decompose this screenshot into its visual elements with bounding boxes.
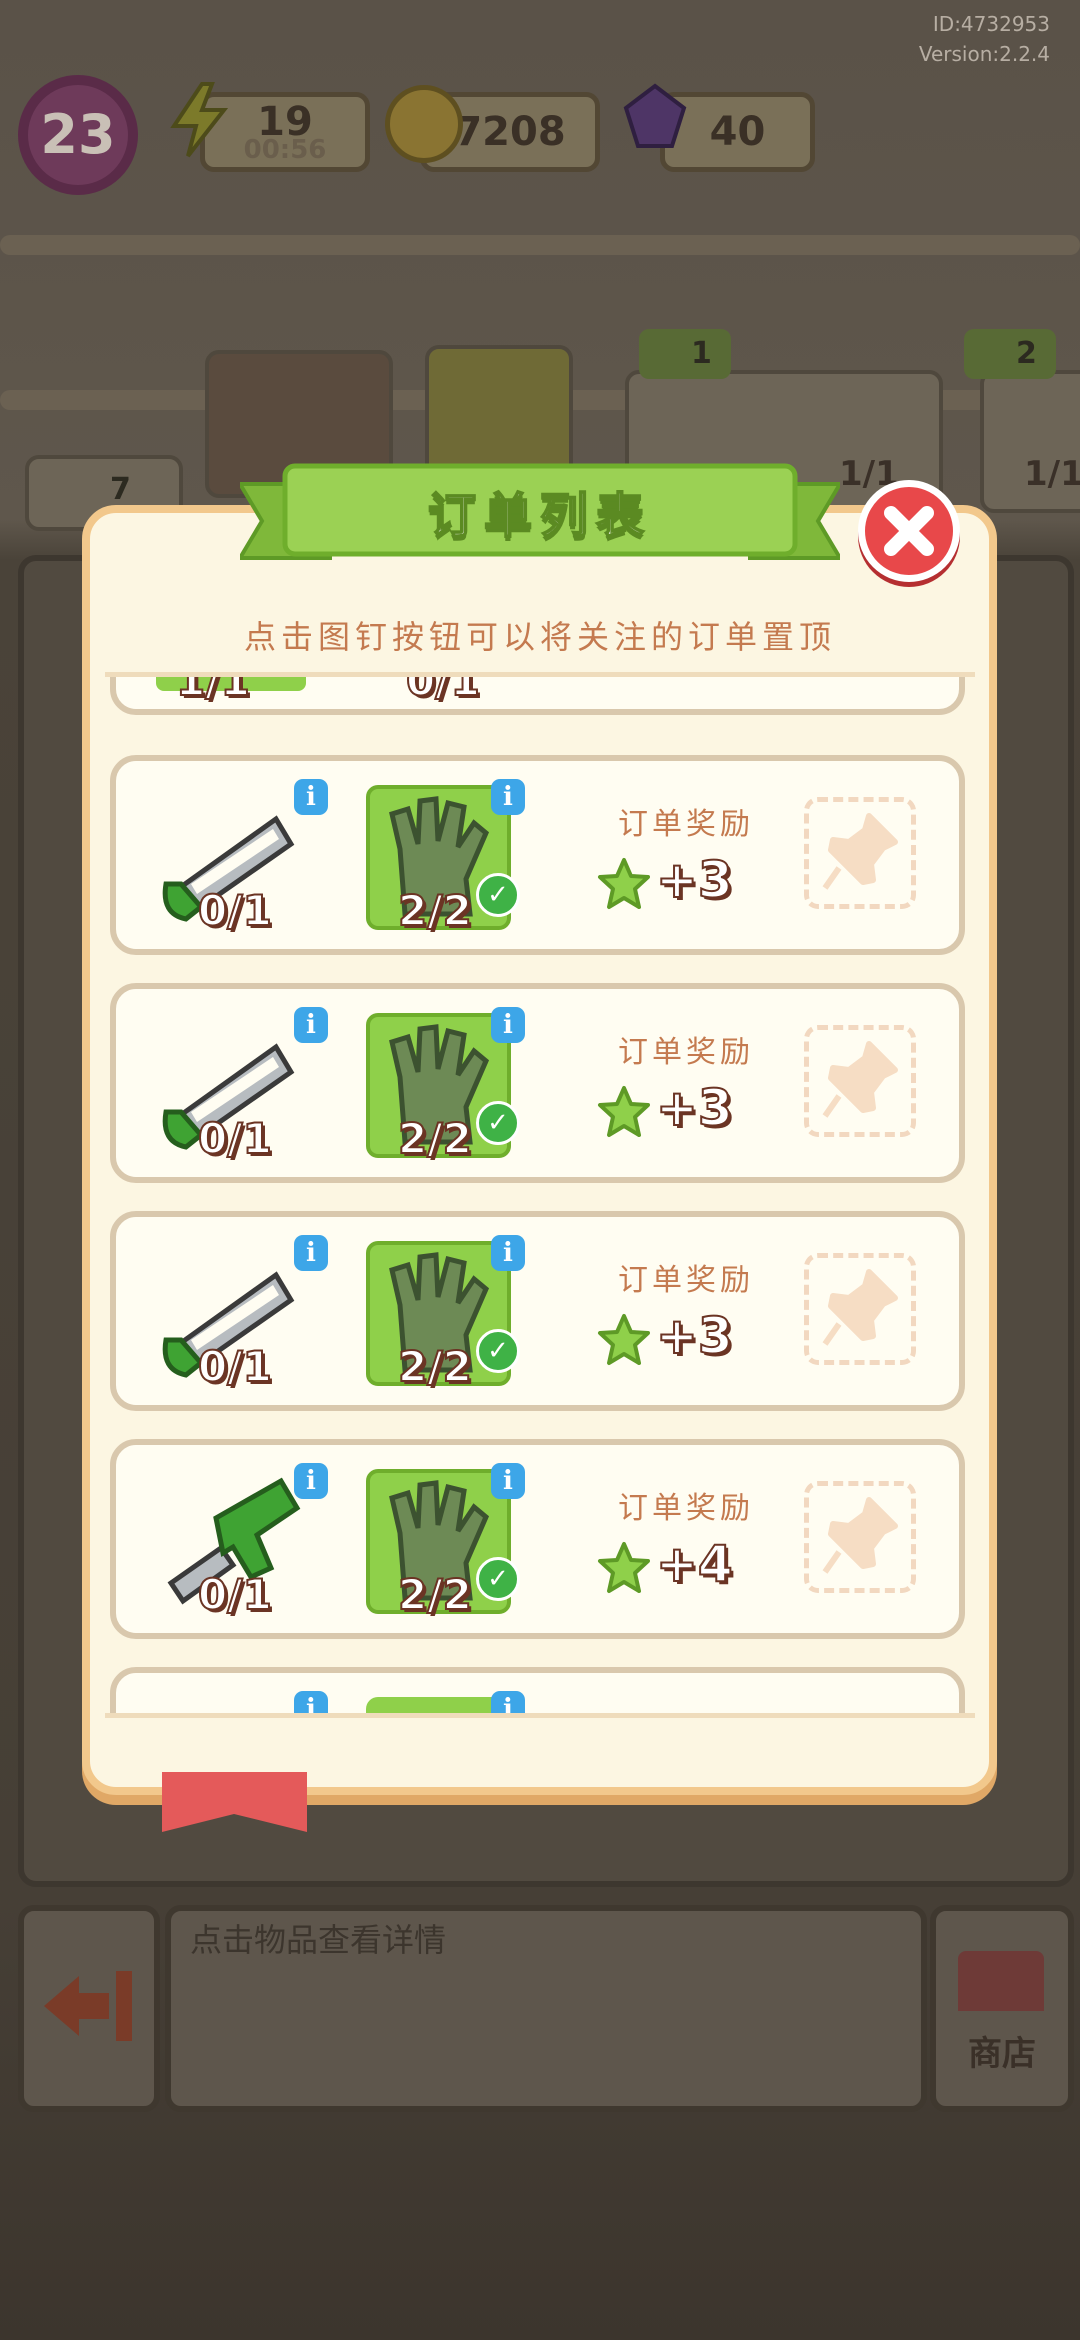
tool-count: 0/1	[197, 1113, 273, 1164]
lightning-icon	[168, 82, 230, 158]
order-row[interactable]: i 0/1 i ✓ 2/2 订单奖励 +4	[110, 1439, 965, 1639]
list-bottom-divider	[105, 1713, 975, 1718]
order-row-partial: i i	[110, 1667, 965, 1715]
glove-count: 2/2	[397, 1113, 473, 1164]
reward-label: 订单奖励	[618, 1035, 754, 1070]
reward-value: +3	[655, 850, 734, 910]
reward-label: 订单奖励	[618, 1263, 754, 1298]
info-badge[interactable]: i	[491, 1007, 525, 1043]
reward-value: +4	[655, 1534, 734, 1594]
glove-count: 2/2	[397, 1341, 473, 1392]
pin-icon	[822, 1497, 898, 1574]
background-shelf	[0, 235, 1080, 255]
dialog-subtitle: 点击图钉按钮可以将关注的订单置顶	[243, 618, 836, 656]
version-label: Version:2.2.4	[918, 42, 1050, 66]
shop-icon	[958, 1951, 1044, 2011]
glove-count: 0/1	[405, 675, 481, 706]
pin-button[interactable]	[804, 797, 916, 909]
pin-button[interactable]	[804, 1253, 916, 1365]
info-badge[interactable]: i	[491, 1235, 525, 1271]
tool-count: 0/1	[197, 1341, 273, 1392]
player-id: ID:4732953	[932, 12, 1050, 36]
close-button[interactable]	[858, 480, 960, 582]
task-progress: 1/1	[1024, 454, 1080, 494]
check-icon: ✓	[476, 1329, 520, 1373]
glove-count: 2/2	[397, 885, 473, 936]
order-row[interactable]: i 0/1 i ✓ 2/2 订单奖励 +3	[110, 755, 965, 955]
tool-count: 0/1	[197, 1569, 273, 1620]
info-badge[interactable]: i	[491, 1463, 525, 1499]
task-card[interactable]: 2 1/1	[964, 329, 1080, 513]
bookmark-ribbon	[162, 1772, 307, 1832]
pin-icon	[822, 1269, 898, 1346]
check-icon: ✓	[476, 1557, 520, 1601]
gem-icon	[620, 82, 690, 152]
check-icon: ✓	[476, 1101, 520, 1145]
order-list[interactable]: 1/1 0/1 i 0/1 i ✓ 2/2 订单奖励 +3 i 0/1 i ✓ …	[100, 675, 980, 1715]
shop-button[interactable]: 商店	[930, 1905, 1074, 2112]
reward-value: +3	[655, 1306, 734, 1366]
info-badge[interactable]: i	[294, 779, 328, 815]
order-row[interactable]: i 0/1 i ✓ 2/2 订单奖励 +3	[110, 1211, 965, 1411]
helper-star-value: 7	[110, 472, 131, 507]
exit-button[interactable]	[18, 1905, 160, 2112]
star-icon	[598, 858, 650, 909]
reward-label: 订单奖励	[618, 807, 754, 842]
task-star-badge: 2	[964, 329, 1056, 379]
info-badge: i	[491, 1691, 525, 1715]
glove-count: 2/2	[397, 1569, 473, 1620]
info-badge: i	[294, 1691, 328, 1715]
shop-label: 商店	[968, 2034, 1036, 2074]
tool-count: 1/1	[175, 675, 251, 706]
reward-label: 订单奖励	[618, 1491, 754, 1526]
task-star-badge: 1	[639, 329, 731, 379]
reward-value: +3	[655, 1078, 734, 1138]
pin-button[interactable]	[804, 1025, 916, 1137]
coin-icon	[385, 85, 463, 163]
list-top-divider	[105, 672, 975, 677]
star-icon	[598, 1086, 650, 1137]
info-badge[interactable]: i	[294, 1463, 328, 1499]
check-icon: ✓	[476, 873, 520, 917]
info-badge[interactable]: i	[491, 779, 525, 815]
level-badge[interactable]: 23	[18, 75, 138, 195]
pin-icon	[822, 1041, 898, 1118]
dialog-title: 订单列表	[427, 487, 652, 545]
order-row[interactable]: i 0/1 i ✓ 2/2 订单奖励 +3	[110, 983, 965, 1183]
info-badge[interactable]: i	[294, 1007, 328, 1043]
info-badge[interactable]: i	[294, 1235, 328, 1271]
exit-icon	[44, 1971, 132, 2041]
star-icon	[598, 1542, 650, 1593]
order-row-partial: 1/1 0/1	[110, 675, 965, 715]
star-icon	[598, 1314, 650, 1365]
tool-count: 0/1	[197, 885, 273, 936]
close-icon	[884, 506, 934, 556]
pin-icon	[822, 813, 898, 890]
item-detail-hint: 点击物品查看详情	[190, 1921, 447, 1959]
pin-button[interactable]	[804, 1481, 916, 1593]
